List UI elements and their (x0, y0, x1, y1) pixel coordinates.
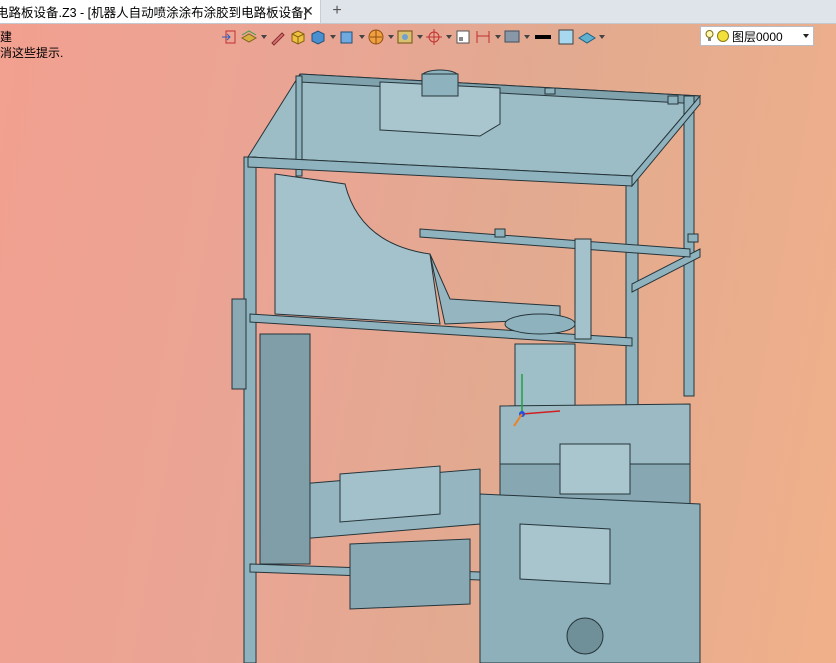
layers-icon[interactable] (240, 27, 258, 47)
box-shaded-icon[interactable] (289, 27, 307, 47)
layer-color-dot (717, 30, 729, 42)
tab-bar: 电路板设备.Z3 - [机器人自动喷涂涂布涂胶到电路板设备] ✕ + (0, 0, 836, 24)
render-icon[interactable] (367, 27, 385, 47)
target-dropdown[interactable] (445, 27, 452, 47)
background-dropdown[interactable] (523, 27, 530, 47)
close-tab-icon[interactable]: ✕ (300, 3, 316, 19)
fill-color-icon[interactable] (556, 27, 576, 47)
layers-dropdown[interactable] (260, 27, 267, 47)
dimension-icon[interactable] (474, 27, 492, 47)
background-icon[interactable] (503, 27, 521, 47)
cube-icon[interactable] (309, 27, 327, 47)
3d-viewport[interactable]: 建 消这些提示. (0, 24, 836, 663)
light-bulb-icon (705, 30, 714, 41)
cube-view-dropdown[interactable] (358, 27, 365, 47)
document-tab-title: 电路板设备.Z3 - [机器人自动喷涂涂布涂胶到电路板设备] (0, 6, 308, 20)
pen-icon[interactable] (269, 27, 287, 47)
plane-dropdown[interactable] (598, 27, 605, 47)
chevron-down-icon (803, 34, 809, 38)
machine-model (231, 69, 702, 663)
hint-line-1: 建 (0, 30, 13, 44)
exit-icon[interactable] (220, 27, 238, 47)
plane-icon[interactable] (578, 27, 596, 47)
hint-line-2: 消这些提示. (0, 46, 64, 60)
document-tab[interactable]: 电路板设备.Z3 - [机器人自动喷涂涂布涂胶到电路板设备] ✕ (0, 0, 321, 23)
window-icon[interactable] (454, 27, 472, 47)
screen-icon[interactable] (396, 27, 414, 47)
cube-dropdown[interactable] (329, 27, 336, 47)
line-color-icon[interactable] (532, 27, 554, 47)
new-tab-button[interactable]: + (328, 0, 346, 23)
render-dropdown[interactable] (387, 27, 394, 47)
target-icon[interactable] (425, 27, 443, 47)
screen-dropdown[interactable] (416, 27, 423, 47)
dimension-dropdown[interactable] (494, 27, 501, 47)
cube-view-icon[interactable] (338, 27, 356, 47)
view-toolbar (220, 26, 605, 48)
layer-label: 图层0000 (732, 29, 783, 44)
layer-selector[interactable]: 图层0000 (700, 26, 814, 46)
